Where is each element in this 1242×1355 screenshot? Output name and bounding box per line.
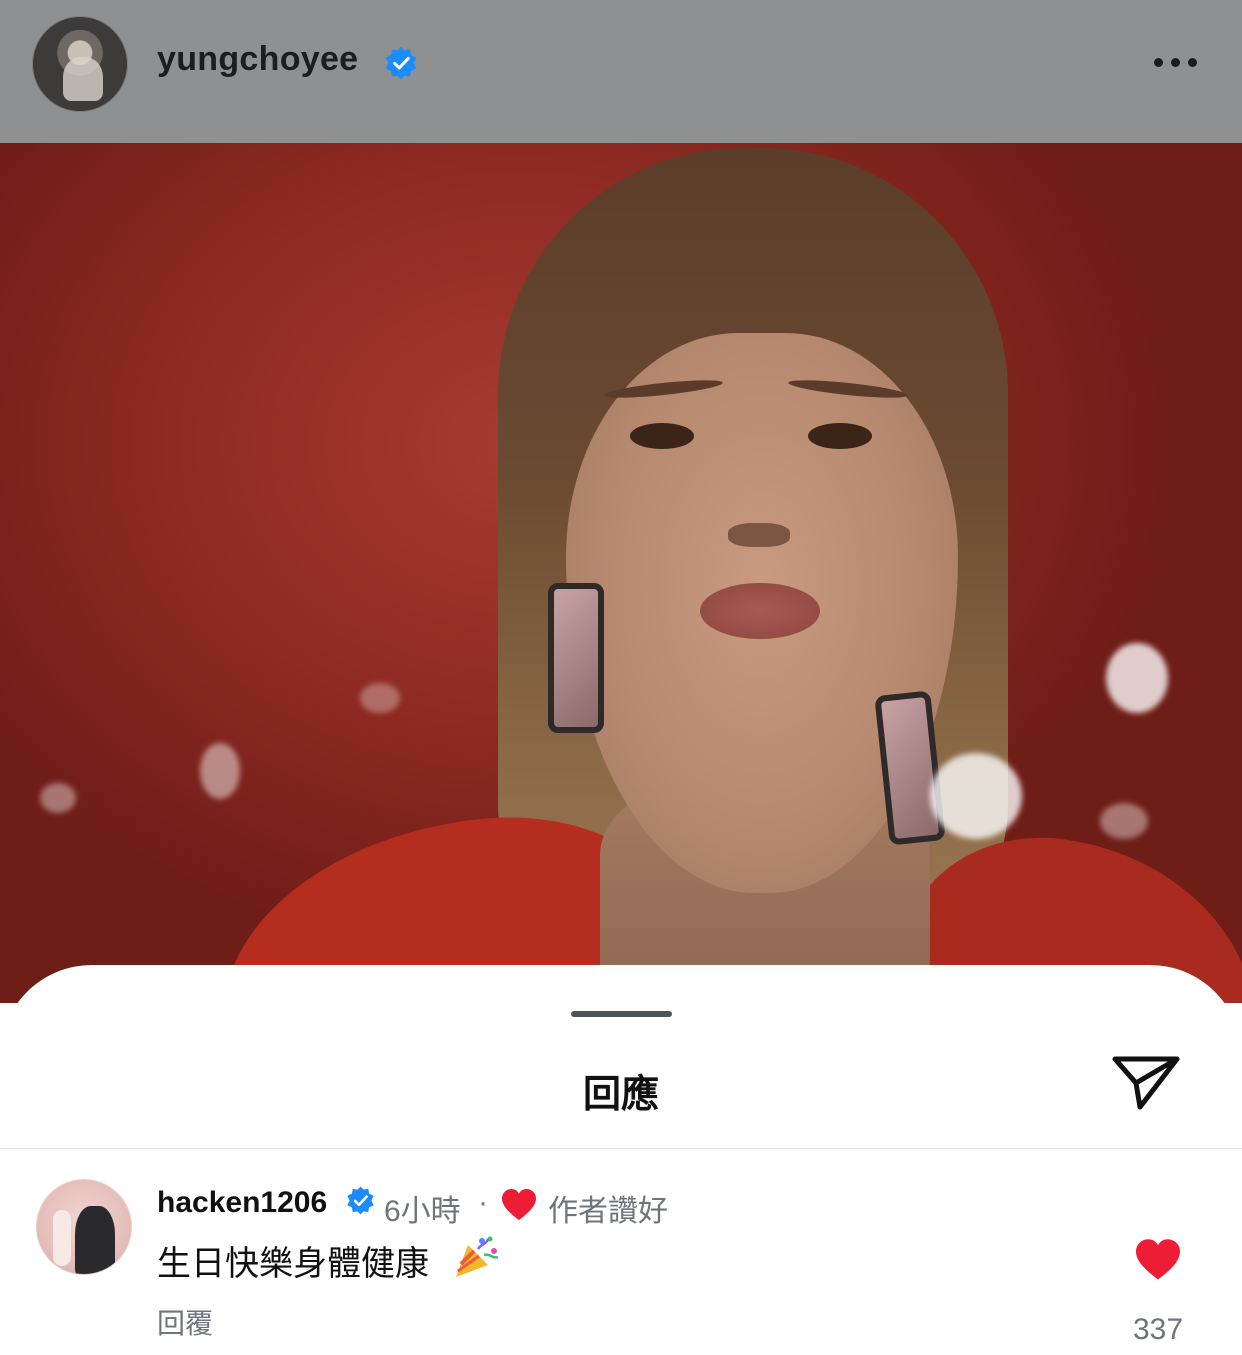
- media-eye-left: [630, 423, 694, 449]
- avatar-guitar: [53, 1210, 71, 1266]
- comment-like-heart-icon[interactable]: [1133, 1238, 1183, 1282]
- reply-button[interactable]: 回覆: [157, 1302, 213, 1342]
- sheet-grabber[interactable]: [571, 1011, 672, 1017]
- media-lips: [700, 583, 820, 639]
- post-media[interactable]: [0, 143, 1242, 1003]
- more-options-icon[interactable]: [1148, 46, 1204, 78]
- sheet-title: 回應: [582, 1074, 659, 1116]
- sheet-divider: [0, 1148, 1242, 1149]
- media-nose: [728, 523, 790, 547]
- commenter-avatar[interactable]: [36, 1179, 132, 1275]
- media-confetti: [360, 683, 400, 713]
- comment-text: 生日快樂身體健康: [157, 1245, 429, 1283]
- comment-separator: ·: [478, 1186, 488, 1219]
- comments-sheet: 回應: [0, 965, 1242, 1355]
- commenter-username[interactable]: hacken1206: [157, 1186, 327, 1220]
- media-earring-left: [548, 583, 604, 733]
- author-liked-heart-icon: [502, 1188, 536, 1221]
- comment-like-count: 337: [1132, 1313, 1184, 1346]
- avatar-person: [75, 1206, 115, 1274]
- media-confetti: [930, 753, 1022, 839]
- profile-avatar[interactable]: [32, 16, 128, 112]
- send-icon[interactable]: [1110, 1051, 1182, 1113]
- media-confetti: [200, 743, 240, 799]
- verified-badge-icon: [385, 46, 417, 80]
- media-confetti: [1106, 643, 1168, 713]
- author-liked-label: 作者讚好: [548, 1195, 668, 1228]
- verified-badge-icon: [347, 1186, 374, 1215]
- comment-timestamp: 6小時: [384, 1195, 461, 1228]
- header-username[interactable]: yungchoyee: [157, 40, 358, 79]
- post-header: yungchoyee: [0, 0, 1242, 143]
- media-confetti: [1100, 803, 1148, 839]
- party-popper-icon: [456, 1236, 499, 1277]
- media-eye-right: [808, 423, 872, 449]
- media-confetti: [40, 783, 76, 813]
